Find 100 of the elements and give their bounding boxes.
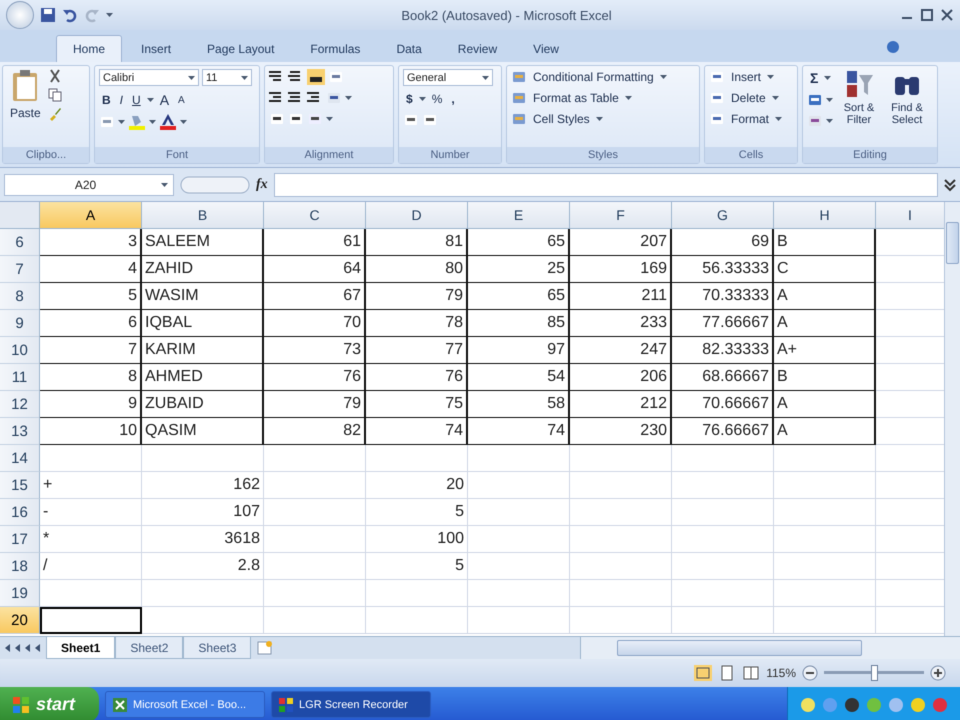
font-name-field[interactable]: Calibri xyxy=(99,69,199,86)
select-all-button[interactable] xyxy=(0,202,40,229)
empty-cell[interactable] xyxy=(264,472,366,499)
column-header[interactable]: A xyxy=(40,202,142,229)
empty-cell[interactable] xyxy=(468,445,570,472)
find-select-button[interactable]: Find & Select xyxy=(885,101,929,127)
empty-cell[interactable] xyxy=(366,607,468,634)
ribbon-tab[interactable]: Review xyxy=(440,35,514,62)
save-icon[interactable] xyxy=(40,7,56,23)
empty-cell[interactable] xyxy=(570,499,672,526)
ribbon-tab[interactable]: Formulas xyxy=(293,35,378,62)
grow-font-button[interactable]: A xyxy=(156,91,172,109)
decrease-indent-icon[interactable] xyxy=(269,111,285,127)
empty-cell[interactable] xyxy=(570,607,672,634)
horizontal-scrollbar[interactable] xyxy=(580,637,960,659)
percent-button[interactable]: % xyxy=(428,91,446,107)
empty-cell[interactable] xyxy=(570,580,672,607)
column-header[interactable]: I xyxy=(876,202,944,229)
row-header[interactable]: 6 xyxy=(0,229,40,256)
styles-button[interactable]: Conditional Formatting xyxy=(530,69,657,85)
empty-cell[interactable] xyxy=(672,445,774,472)
bold-button[interactable]: B xyxy=(99,92,114,108)
empty-cell[interactable] xyxy=(774,472,876,499)
row-header[interactable]: 16 xyxy=(0,499,40,526)
styles-icon[interactable] xyxy=(511,69,527,85)
brush-icon[interactable] xyxy=(48,107,62,121)
row-header[interactable]: 7 xyxy=(0,256,40,283)
number-format-field[interactable]: General xyxy=(403,69,493,86)
ribbon-tab[interactable]: Insert xyxy=(124,35,188,62)
underline-button[interactable]: U xyxy=(129,92,144,108)
redo-icon[interactable] xyxy=(84,7,100,23)
row-header[interactable]: 14 xyxy=(0,445,40,472)
empty-cell[interactable] xyxy=(264,607,366,634)
cells-button[interactable]: Delete xyxy=(728,90,769,106)
empty-cell[interactable] xyxy=(468,472,570,499)
increase-indent-icon[interactable] xyxy=(288,111,304,127)
styles-button[interactable]: Format as Table xyxy=(530,90,622,106)
slider-thumb[interactable] xyxy=(871,665,878,681)
expand-icon[interactable] xyxy=(944,178,956,192)
empty-cell[interactable] xyxy=(264,580,366,607)
row-header[interactable]: 10 xyxy=(0,337,40,364)
empty-cell[interactable] xyxy=(264,499,366,526)
sheet-tab[interactable]: Sheet3 xyxy=(183,637,252,659)
empty-cell[interactable] xyxy=(570,526,672,553)
empty-cell[interactable] xyxy=(570,553,672,580)
currency-button[interactable]: $ xyxy=(403,91,416,107)
empty-cell[interactable] xyxy=(142,445,264,472)
empty-cell[interactable] xyxy=(774,553,876,580)
row-header[interactable]: 13 xyxy=(0,418,40,445)
fill-color-icon[interactable] xyxy=(128,114,146,130)
close-icon[interactable] xyxy=(940,8,954,22)
empty-cell[interactable] xyxy=(672,472,774,499)
row-header[interactable]: 12 xyxy=(0,391,40,418)
sheet-tab[interactable]: Sheet2 xyxy=(115,637,184,659)
shrink-font-button[interactable]: A xyxy=(175,94,188,106)
ribbon-tab[interactable]: View xyxy=(516,35,576,62)
office-button[interactable] xyxy=(6,1,34,29)
active-cell[interactable] xyxy=(40,607,142,634)
formula-input[interactable] xyxy=(274,172,938,196)
undo-icon[interactable] xyxy=(62,7,78,23)
row-header[interactable]: 19 xyxy=(0,580,40,607)
empty-cell[interactable] xyxy=(366,580,468,607)
column-header[interactable]: C xyxy=(264,202,366,229)
empty-cell[interactable] xyxy=(672,553,774,580)
page-break-view-icon[interactable] xyxy=(742,665,760,681)
eraser-icon[interactable] xyxy=(807,113,823,129)
sort-filter-icon[interactable] xyxy=(844,69,874,99)
maximize-icon[interactable] xyxy=(920,8,934,22)
empty-cell[interactable] xyxy=(468,499,570,526)
row-header[interactable]: 9 xyxy=(0,310,40,337)
ribbon-tab[interactable]: Home xyxy=(56,35,122,62)
orientation-icon[interactable] xyxy=(307,111,323,127)
empty-cell[interactable] xyxy=(774,607,876,634)
increase-decimal-icon[interactable] xyxy=(403,112,419,128)
row-header[interactable]: 8 xyxy=(0,283,40,310)
empty-cell[interactable] xyxy=(672,499,774,526)
cells-button[interactable]: Insert xyxy=(728,69,764,85)
empty-cell[interactable] xyxy=(672,526,774,553)
styles-icon[interactable] xyxy=(511,90,527,106)
column-header[interactable]: B xyxy=(142,202,264,229)
vertical-scrollbar[interactable] xyxy=(944,202,960,636)
styles-icon[interactable] xyxy=(511,111,527,127)
empty-cell[interactable] xyxy=(774,580,876,607)
sheet-tab[interactable]: Sheet1 xyxy=(46,637,116,659)
decrease-decimal-icon[interactable] xyxy=(422,112,438,128)
zoom-out-icon[interactable] xyxy=(802,665,818,681)
merge-icon[interactable] xyxy=(326,90,342,106)
empty-cell[interactable] xyxy=(570,472,672,499)
empty-cell[interactable] xyxy=(774,445,876,472)
font-color-icon[interactable] xyxy=(159,114,177,130)
row-header[interactable]: 17 xyxy=(0,526,40,553)
empty-cell[interactable] xyxy=(142,607,264,634)
tray-icon[interactable] xyxy=(910,696,926,712)
empty-cell[interactable] xyxy=(468,580,570,607)
empty-cell[interactable] xyxy=(774,526,876,553)
empty-cell[interactable] xyxy=(264,526,366,553)
empty-cell[interactable] xyxy=(672,607,774,634)
cells-button[interactable]: Format xyxy=(728,111,772,127)
scissors-icon[interactable] xyxy=(48,69,62,83)
taskbar-button[interactable]: LGR Screen Recorder xyxy=(271,691,432,718)
